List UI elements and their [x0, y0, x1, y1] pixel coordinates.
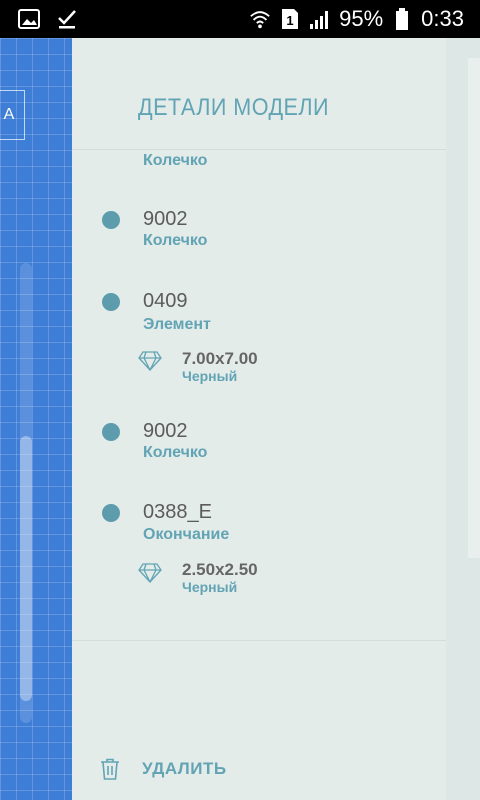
- item-name: Колечко: [143, 444, 208, 461]
- item-name: Элемент: [143, 316, 211, 333]
- title-divider: [72, 149, 446, 150]
- item-code: 9002: [143, 208, 188, 230]
- delete-label: УДАЛИТЬ: [142, 759, 227, 778]
- background-slider-thumb[interactable]: [20, 436, 32, 701]
- item-code: 0388_E: [143, 501, 212, 523]
- status-bar: 1 95% 0:33: [0, 0, 480, 38]
- item-name: Окончание: [143, 526, 230, 543]
- wifi-icon: [249, 8, 271, 30]
- detail-size: 2.50x2.50: [182, 560, 258, 579]
- item-dot: [102, 423, 120, 441]
- item-name: Колечко: [143, 232, 208, 249]
- clipped-item-name: Колечко: [143, 152, 208, 169]
- background-right-strip: [446, 38, 480, 800]
- partial-background-button[interactable]: A: [0, 90, 25, 140]
- list-divider: [72, 640, 446, 641]
- diamond-icon: [138, 351, 162, 371]
- item-code: 9002: [143, 420, 188, 442]
- signal-icon: [309, 8, 331, 30]
- background-panel: [468, 58, 480, 558]
- delete-button[interactable]: УДАЛИТЬ: [100, 758, 227, 780]
- image-icon: [18, 8, 40, 30]
- diamond-icon: [138, 563, 162, 583]
- drawer-title: ДЕТАЛИ МОДЕЛИ: [138, 94, 330, 121]
- blueprint-background: A: [0, 38, 72, 800]
- sim-badge: 1: [287, 13, 294, 28]
- sim-icon: 1: [279, 8, 301, 30]
- battery-percent: 95%: [339, 6, 384, 31]
- item-code: 0409: [143, 290, 188, 312]
- clock: 0:33: [421, 6, 464, 31]
- battery-icon: [391, 8, 413, 30]
- item-dot: [102, 293, 120, 311]
- detail-color: Черный: [182, 368, 238, 384]
- item-dot: [102, 504, 120, 522]
- detail-color: Черный: [182, 579, 238, 595]
- item-dot: [102, 211, 120, 229]
- checkmark-icon: [56, 8, 78, 30]
- detail-size: 7.00x7.00: [182, 349, 258, 368]
- trash-icon: [101, 758, 119, 780]
- model-details-drawer: ДЕТАЛИ МОДЕЛИ Колечко 9002 Колечко 0409 …: [72, 38, 446, 800]
